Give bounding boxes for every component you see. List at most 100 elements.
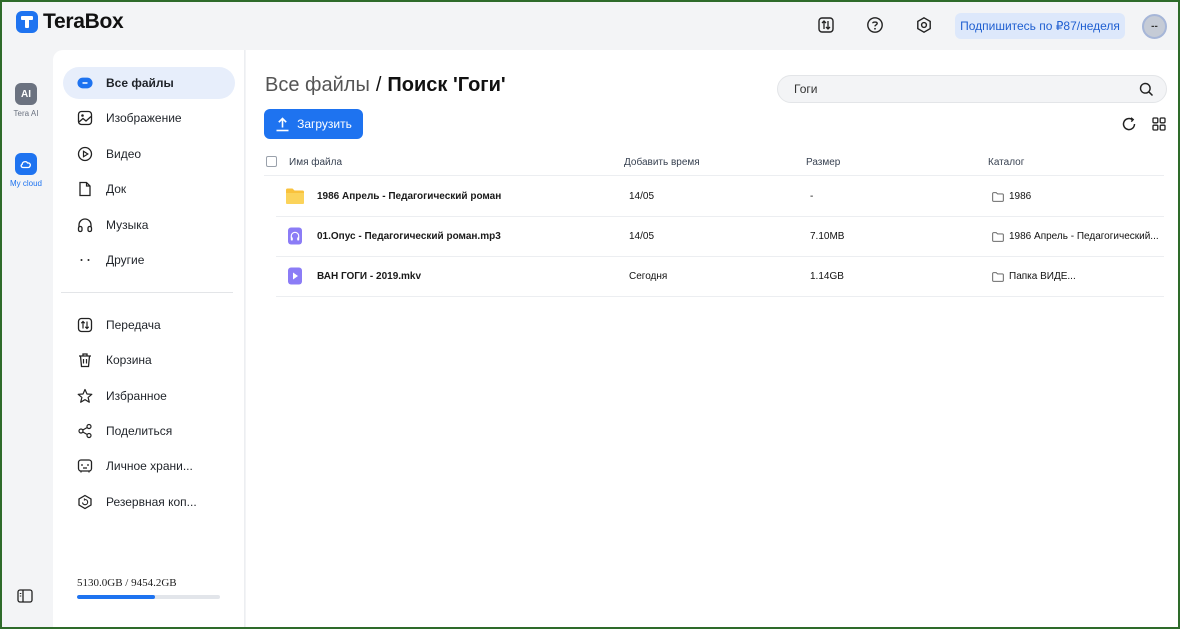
sidebar-item-backup[interactable]: Резервная коп... <box>63 486 235 518</box>
transfer-icon <box>77 317 93 333</box>
sidebar-item-share[interactable]: Поделиться <box>63 415 235 447</box>
sidebar-item-favorites[interactable]: Избранное <box>63 380 235 412</box>
sidebar-item-label: Музыка <box>106 218 149 232</box>
folder-icon <box>285 187 305 205</box>
storage-usage-bar <box>77 595 220 599</box>
column-header-size[interactable]: Размер <box>806 157 840 168</box>
file-catalog[interactable]: 1986 <box>992 191 1031 202</box>
sidebar-item-documents[interactable]: Док <box>63 173 235 205</box>
sidebar-item-music[interactable]: Музыка <box>63 209 235 241</box>
help-icon[interactable] <box>866 16 884 34</box>
safe-icon <box>77 458 93 474</box>
sidebar-item-transfer[interactable]: Передача <box>63 309 235 341</box>
file-table-header: Имя файла Добавить время Размер Каталог <box>264 150 1164 176</box>
avatar[interactable]: -- <box>1142 14 1167 39</box>
file-name[interactable]: ВАН ГОГИ - 2019.mkv <box>317 271 421 282</box>
folder-outline-icon <box>992 231 1004 242</box>
sidebar-item-all-files[interactable]: Все файлы <box>63 67 235 99</box>
sidebar-item-label: Поделиться <box>106 424 173 438</box>
rail-item-label: Tera AI <box>13 109 39 118</box>
search-bar <box>777 75 1167 103</box>
grid-view-icon[interactable] <box>1151 116 1167 132</box>
sidebar-item-other[interactable]: Другие <box>63 244 235 276</box>
star-icon <box>77 388 93 404</box>
left-rail: AI Tera AI My cloud <box>0 50 52 629</box>
sidebar-item-label: Корзина <box>106 353 152 367</box>
app-name: TeraBox <box>43 10 124 33</box>
document-icon <box>77 181 93 197</box>
file-size: 7.10MB <box>810 231 845 242</box>
table-row[interactable]: 1986 Апрель - Педагогический роман 14/05… <box>276 177 1164 217</box>
table-row[interactable]: ВАН ГОГИ - 2019.mkv Сегодня 1.14GB Папка… <box>276 257 1164 297</box>
more-icon <box>77 252 93 268</box>
cloud-icon <box>15 153 37 175</box>
upload-icon <box>276 116 289 131</box>
file-added-time: Сегодня <box>629 271 668 282</box>
storage-usage-text: 5130.0GB / 9454.2GB <box>77 577 177 589</box>
column-header-catalog[interactable]: Каталог <box>988 157 1024 168</box>
breadcrumb-separator: / <box>375 74 382 96</box>
file-name[interactable]: 01.Опус - Педагогический роман.mp3 <box>317 231 501 242</box>
upload-button[interactable]: Загрузить <box>264 109 363 139</box>
sidebar-item-label: Избранное <box>106 389 167 403</box>
column-header-added[interactable]: Добавить время <box>624 157 700 168</box>
sidebar-item-personal-vault[interactable]: Личное храни... <box>63 450 235 482</box>
upload-button-label: Загрузить <box>297 117 352 131</box>
transfer-icon[interactable] <box>817 16 835 34</box>
headphones-icon <box>77 217 93 233</box>
sidebar-toggle-icon[interactable] <box>17 589 33 608</box>
share-icon <box>77 423 93 439</box>
table-row[interactable]: 01.Опус - Педагогический роман.mp3 14/05… <box>276 217 1164 257</box>
select-all-checkbox[interactable] <box>266 156 277 167</box>
backup-icon <box>77 494 93 510</box>
sidebar-item-label: Док <box>106 182 127 196</box>
breadcrumb-root[interactable]: Все файлы <box>265 74 370 97</box>
column-header-name[interactable]: Имя файла <box>289 157 342 168</box>
subscribe-button[interactable]: Подпишитесь по ₽87/неделя <box>955 13 1125 39</box>
file-added-time: 14/05 <box>629 191 655 202</box>
terabox-logo-icon <box>16 11 38 33</box>
sidebar-item-label: Изображение <box>106 111 182 125</box>
refresh-icon[interactable] <box>1121 116 1137 132</box>
sidebar-item-label: Личное храни... <box>106 459 193 473</box>
top-bar: TeraBox Подпишитесь по ₽87/неделя -- <box>0 0 1180 50</box>
catalog-label: Папка ВИДЕ... <box>1009 271 1076 282</box>
sidebar-item-images[interactable]: Изображение <box>63 102 235 134</box>
audio-file-icon <box>285 227 305 245</box>
catalog-label: 1986 <box>1009 191 1032 202</box>
video-icon <box>77 146 93 162</box>
page-title: Поиск 'Гоги' <box>387 74 506 96</box>
file-name[interactable]: 1986 Апрель - Педагогический роман <box>317 191 501 202</box>
sidebar-item-video[interactable]: Видео <box>63 138 235 170</box>
sidebar-item-label: Резервная коп... <box>106 495 197 509</box>
tera-ai-icon: AI <box>15 83 37 105</box>
breadcrumb: Все файлы / Поиск 'Гоги' <box>265 74 506 97</box>
file-catalog[interactable]: Папка ВИДЕ... <box>992 271 1076 282</box>
sidebar-item-label: Передача <box>106 318 161 332</box>
catalog-label: 1986 Апрель - Педагогический... <box>1009 231 1159 242</box>
all-files-icon <box>77 75 93 91</box>
sidebar-item-label: Видео <box>106 147 142 161</box>
folder-outline-icon <box>992 271 1004 282</box>
sidebar-divider <box>61 292 233 293</box>
rail-item-tera-ai[interactable]: AI Tera AI <box>0 83 52 118</box>
sidebar: Все файлы Изображение Видео Док Музыка Д… <box>53 50 245 629</box>
storage-usage-fill <box>77 595 155 599</box>
search-input[interactable] <box>794 82 1114 96</box>
app-logo[interactable]: TeraBox <box>16 10 124 34</box>
folder-outline-icon <box>992 191 1004 202</box>
trash-icon <box>77 352 93 368</box>
sidebar-item-label: Все файлы <box>106 76 174 90</box>
rail-item-label: My cloud <box>9 179 42 188</box>
main-panel: Все файлы / Поиск 'Гоги' Загрузить Имя ф… <box>246 50 1178 627</box>
file-added-time: 14/05 <box>629 231 655 242</box>
search-icon[interactable] <box>1139 82 1154 100</box>
rail-item-my-cloud[interactable]: My cloud <box>0 153 52 188</box>
file-size: 1.14GB <box>810 271 844 282</box>
file-size: - <box>810 191 814 202</box>
video-file-icon <box>285 267 305 285</box>
sidebar-item-trash[interactable]: Корзина <box>63 344 235 376</box>
settings-icon[interactable] <box>915 16 933 34</box>
image-icon <box>77 110 93 126</box>
file-catalog[interactable]: 1986 Апрель - Педагогический... <box>992 231 1159 242</box>
